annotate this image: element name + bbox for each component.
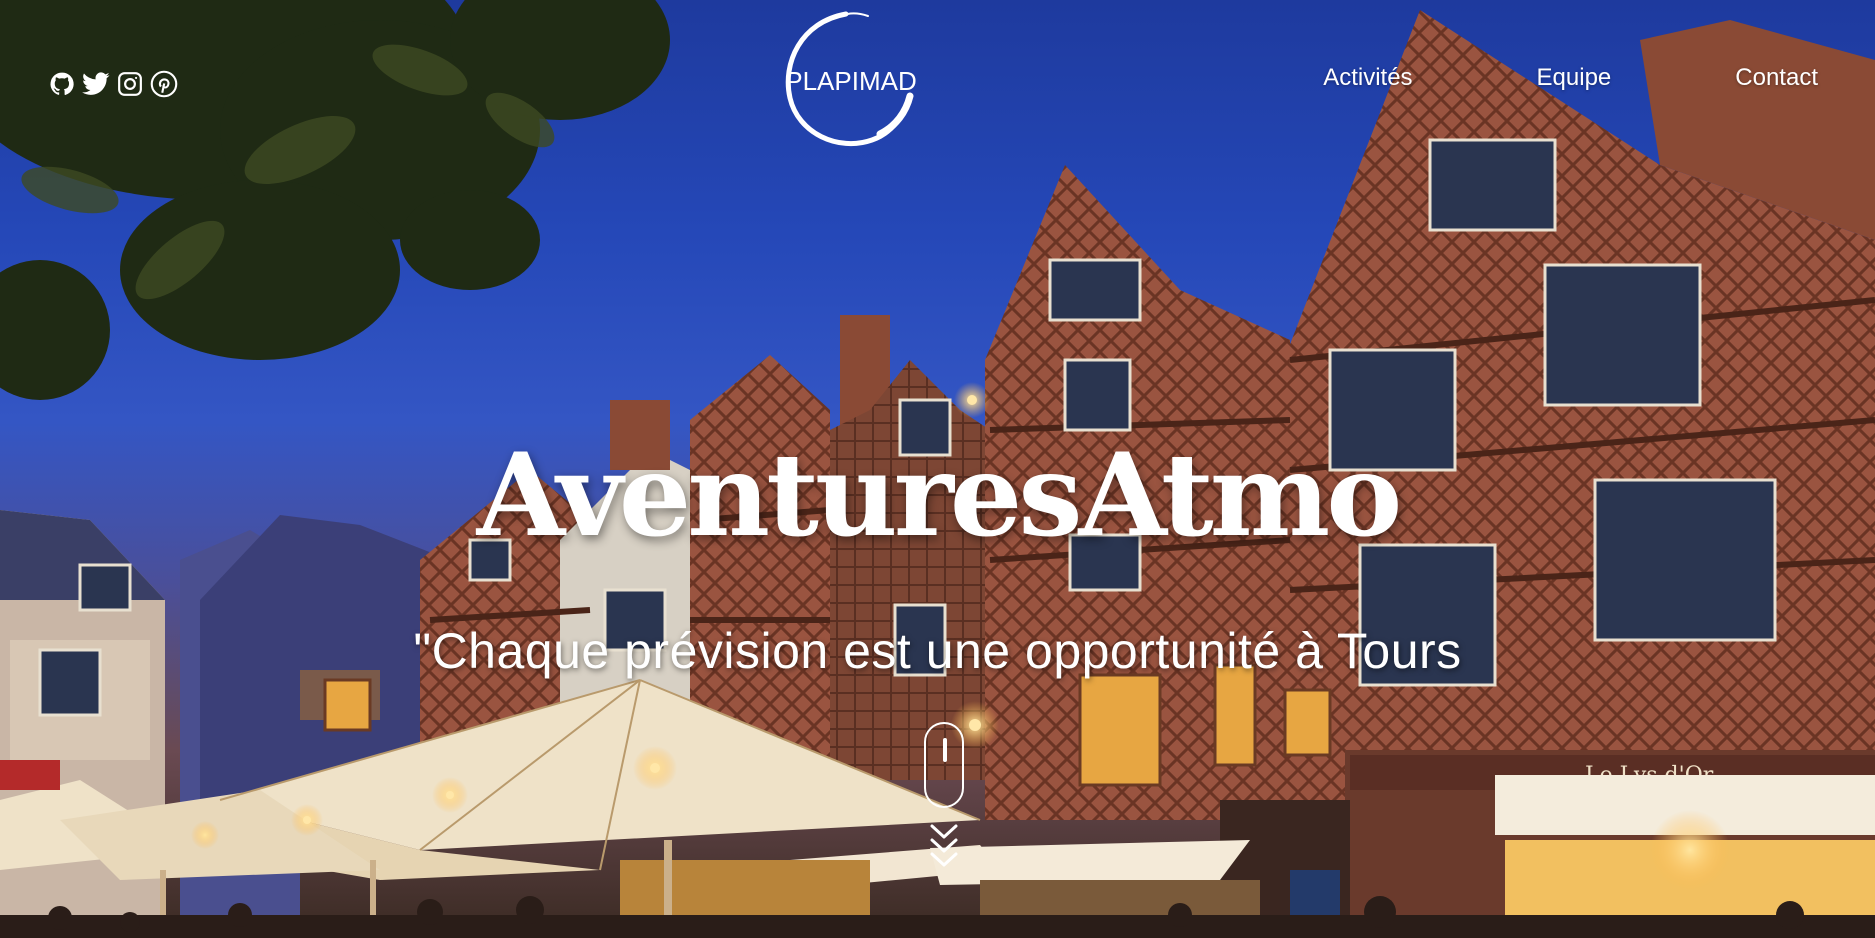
github-icon[interactable]	[48, 70, 76, 98]
nav-item-equipe[interactable]: Equipe	[1537, 64, 1612, 92]
logo-text: PLAPIMAD	[785, 66, 917, 96]
nav-item-contact[interactable]: Contact	[1735, 64, 1818, 92]
instagram-icon[interactable]	[116, 70, 144, 98]
main-nav: Activités Equipe Contact	[1323, 64, 1818, 92]
pinterest-icon[interactable]	[150, 70, 178, 98]
scroll-mouse-icon[interactable]	[924, 722, 964, 808]
scroll-down-chevrons-icon[interactable]	[924, 822, 964, 874]
twitter-icon[interactable]	[82, 70, 110, 98]
hero-title: AventuresAtmo	[476, 428, 1403, 562]
mouse-wheel	[943, 738, 947, 762]
brand-logo[interactable]: PLAPIMAD	[776, 8, 926, 153]
hero-subtitle: "Chaque prévision est une opportunité à …	[413, 623, 1462, 679]
hero-section: Le Lys d'Or	[0, 0, 1875, 938]
nav-item-activites[interactable]: Activités	[1323, 64, 1412, 92]
social-links	[48, 70, 178, 98]
